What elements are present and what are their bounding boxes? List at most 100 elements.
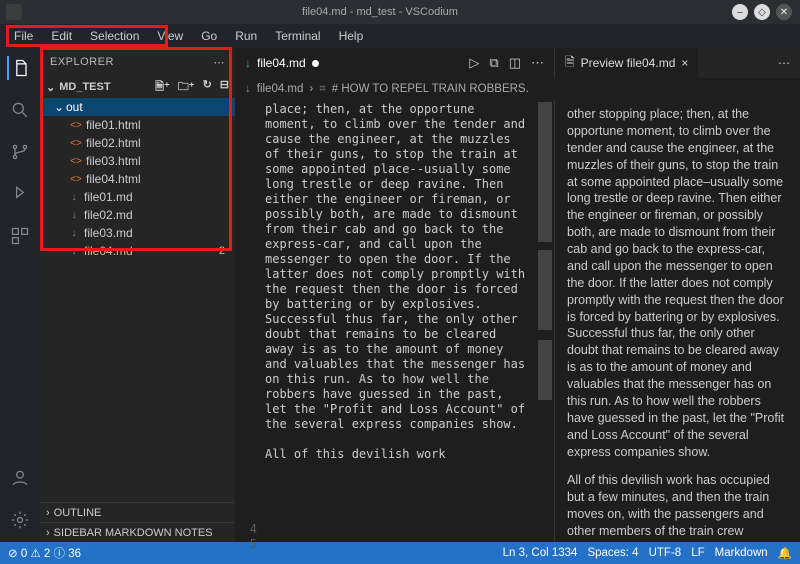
menu-edit[interactable]: Edit	[43, 27, 80, 45]
activity-explorer[interactable]	[7, 56, 31, 80]
editor-actions: ▷ ⧉ ◫ ⋯	[459, 48, 554, 78]
minimap[interactable]	[536, 100, 554, 542]
markdown-icon: ↓	[66, 192, 82, 203]
chevron-right-icon: ›	[46, 507, 50, 519]
sidebar: EXPLORER ⋯ ⌄ MD_TEST 🗎⁺ 🗀⁺ ↻ ⊟ ⌄ out <>f…	[40, 48, 235, 542]
breadcrumb-sep: ›	[309, 83, 313, 95]
menu-go[interactable]: Go	[193, 27, 225, 45]
run-icon[interactable]: ▷	[469, 55, 479, 71]
activity-debug[interactable]	[8, 182, 32, 206]
new-folder-icon[interactable]: 🗀⁺	[178, 78, 195, 97]
outline-label: OUTLINE	[54, 507, 102, 519]
file-label: file01.html	[86, 118, 141, 132]
status-indent[interactable]: Spaces: 4	[587, 547, 638, 559]
file-item-active[interactable]: ↓file04.md2	[40, 242, 235, 260]
more-icon[interactable]: ⋯	[531, 55, 544, 71]
preview-content[interactable]: other stopping place; then, at the oppor…	[555, 100, 800, 542]
tab-label: Preview file04.md	[581, 56, 676, 70]
tab-label: file04.md	[257, 56, 306, 70]
file-label: file04.html	[86, 172, 141, 186]
file-item[interactable]: <>file02.html	[40, 134, 235, 152]
file-item[interactable]: ↓file02.md	[40, 206, 235, 224]
markdown-icon: ↓	[66, 228, 82, 239]
html-icon: <>	[68, 138, 84, 149]
new-file-icon[interactable]: 🗎⁺	[155, 78, 170, 97]
menu-terminal[interactable]: Terminal	[267, 27, 328, 45]
file-item[interactable]: <>file01.html	[40, 116, 235, 134]
search-icon	[10, 100, 30, 120]
file-label: file01.md	[84, 190, 133, 204]
titlebar: file04.md - md_test - VSCodium – ◇ ✕	[0, 0, 800, 24]
more-icon[interactable]: ⋯	[778, 56, 790, 70]
outline-panel[interactable]: › OUTLINE	[40, 502, 235, 522]
breadcrumb[interactable]: ↓ file04.md › ⌗ # HOW TO REPEL TRAIN ROB…	[235, 78, 800, 100]
preview-icon: 🗎	[565, 53, 575, 74]
menu-selection[interactable]: Selection	[82, 27, 147, 45]
activity-settings[interactable]	[8, 508, 32, 532]
menu-run[interactable]: Run	[227, 27, 265, 45]
main: EXPLORER ⋯ ⌄ MD_TEST 🗎⁺ 🗀⁺ ↻ ⊟ ⌄ out <>f…	[0, 48, 800, 542]
preview-side-icon[interactable]: ⧉	[489, 55, 498, 71]
preview-paragraph: All of this devilish work has occupied b…	[567, 472, 788, 542]
status-encoding[interactable]: UTF-8	[649, 547, 682, 559]
split-icon[interactable]: ◫	[509, 55, 521, 71]
html-icon: <>	[68, 156, 84, 167]
file-item[interactable]: ↓file03.md	[40, 224, 235, 242]
window-title: file04.md - md_test - VSCodium	[28, 6, 732, 18]
status-eol[interactable]: LF	[691, 547, 704, 559]
file-item[interactable]: ↓file01.md	[40, 188, 235, 206]
activity-search[interactable]	[8, 98, 32, 122]
account-icon	[10, 468, 30, 488]
statusbar: ⊘ 0 ⚠ 2 ⓘ 36 Ln 3, Col 1334 Spaces: 4 UT…	[0, 542, 800, 564]
extensions-icon	[10, 226, 30, 246]
menu-file[interactable]: File	[6, 27, 41, 45]
close-button[interactable]: ✕	[776, 4, 792, 20]
file-item[interactable]: <>file04.html	[40, 170, 235, 188]
html-icon: <>	[68, 174, 84, 185]
explorer-title: EXPLORER	[50, 56, 114, 68]
app-icon	[6, 4, 22, 20]
status-problems[interactable]: ⊘ 0 ⚠ 2 ⓘ 36	[8, 545, 81, 561]
editor-tabs: ↓ file04.md	[235, 48, 330, 78]
file-label: file04.md	[84, 244, 133, 258]
editor-pane[interactable]: 4 5 place; then, at the opportune moment…	[235, 100, 554, 542]
explorer-more-icon[interactable]: ⋯	[214, 56, 226, 69]
activity-scm[interactable]	[8, 140, 32, 164]
status-position[interactable]: Ln 3, Col 1334	[503, 547, 578, 559]
editor-area: ↓ file04.md ▷ ⧉ ◫ ⋯ 🗎 Preview file04.md …	[235, 48, 800, 542]
chevron-right-icon: ›	[46, 527, 50, 539]
refresh-icon[interactable]: ↻	[203, 78, 212, 97]
chevron-down-icon: ⌄	[46, 81, 55, 94]
status-language[interactable]: Markdown	[715, 547, 768, 559]
activity-extensions[interactable]	[8, 224, 32, 248]
folder-label: out	[66, 100, 83, 114]
markdown-icon: ↓	[245, 56, 251, 70]
breadcrumb-file[interactable]: file04.md	[257, 83, 304, 95]
tab-preview[interactable]: 🗎 Preview file04.md ×	[555, 48, 698, 78]
minimize-button[interactable]: –	[732, 4, 748, 20]
heading-icon: ⌗	[319, 83, 325, 96]
activity-account[interactable]	[8, 466, 32, 490]
menu-help[interactable]: Help	[331, 27, 372, 45]
file-item[interactable]: <>file03.html	[40, 152, 235, 170]
markdown-icon: ↓	[66, 246, 82, 257]
collapse-icon[interactable]: ⊟	[220, 78, 229, 97]
menubar: File Edit Selection View Go Run Terminal…	[0, 24, 800, 48]
folder-out[interactable]: ⌄ out	[40, 98, 235, 116]
menu-view[interactable]: View	[149, 27, 191, 45]
gear-icon	[10, 510, 30, 530]
bell-icon[interactable]: 🔔	[778, 546, 792, 560]
file-label: file03.md	[84, 226, 133, 240]
file-label: file02.md	[84, 208, 133, 222]
preview-pane: other stopping place; then, at the oppor…	[554, 100, 800, 542]
tab-file04[interactable]: ↓ file04.md	[235, 48, 330, 78]
markdown-icon: ↓	[66, 210, 82, 221]
project-section[interactable]: ⌄ MD_TEST 🗎⁺ 🗀⁺ ↻ ⊟	[40, 76, 235, 98]
close-icon[interactable]: ×	[681, 56, 688, 70]
modified-dot-icon	[312, 60, 319, 67]
code-content[interactable]: place; then, at the opportune moment, to…	[265, 100, 554, 542]
maximize-button[interactable]: ◇	[754, 4, 770, 20]
notes-panel[interactable]: › SIDEBAR MARKDOWN NOTES	[40, 522, 235, 542]
breadcrumb-heading[interactable]: # HOW TO REPEL TRAIN ROBBERS.	[332, 83, 529, 95]
notes-label: SIDEBAR MARKDOWN NOTES	[54, 527, 213, 539]
